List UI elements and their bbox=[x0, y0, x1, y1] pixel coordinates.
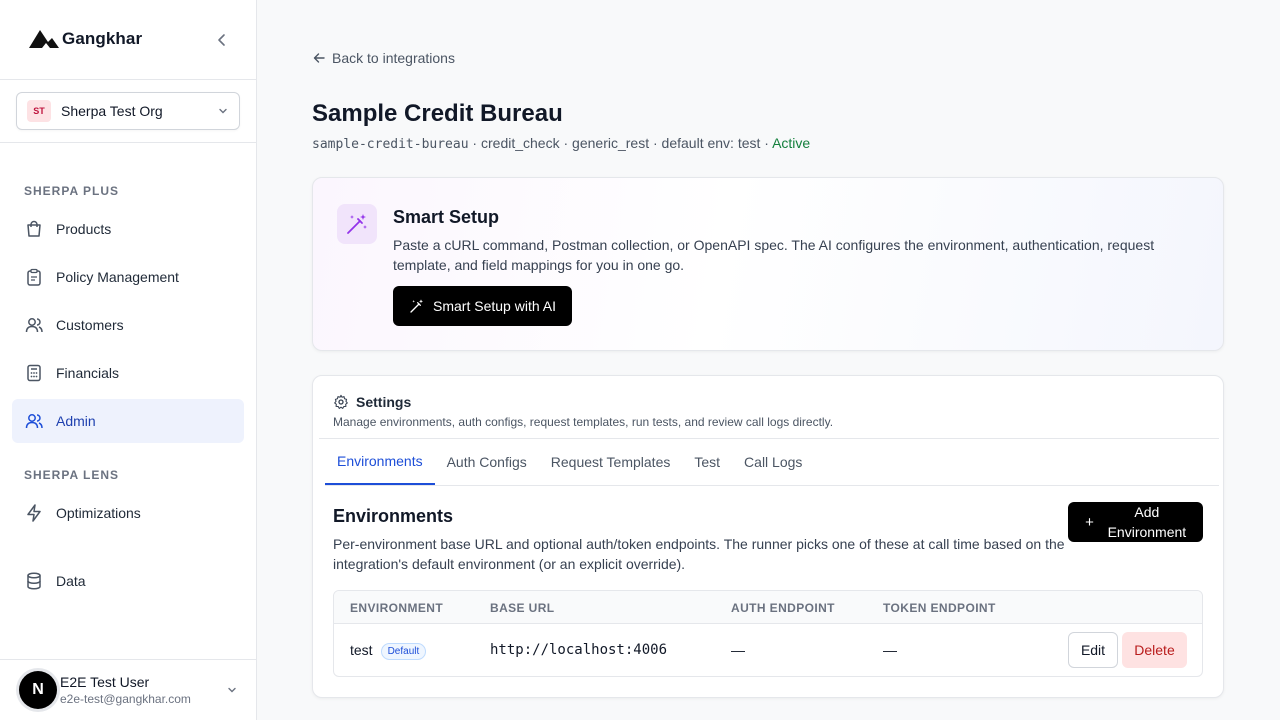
sidebar: Gangkhar ST Sherpa Test Org SHERPA PLUS … bbox=[0, 0, 257, 720]
status-badge: Active bbox=[772, 135, 811, 151]
smart-setup-button-label: Smart Setup with AI bbox=[433, 298, 556, 314]
chevron-down-icon bbox=[219, 108, 227, 114]
sidebar-item-label: Customers bbox=[56, 317, 124, 333]
tab-test[interactable]: Test bbox=[682, 439, 732, 485]
smart-setup-title: Smart Setup bbox=[393, 207, 500, 227]
smart-setup-button[interactable]: Smart Setup with AI bbox=[393, 286, 572, 326]
main-content: Back to integrations Sample Credit Burea… bbox=[257, 0, 1280, 720]
plus-icon: + bbox=[1085, 513, 1094, 531]
sidebar-item-admin[interactable]: Admin bbox=[12, 399, 244, 443]
back-link-label: Back to integrations bbox=[332, 50, 455, 66]
sidebar-item-data[interactable]: Data bbox=[12, 559, 244, 603]
table-row: test Default http://localhost:4006 — — Ed… bbox=[334, 624, 1202, 676]
chevron-down-icon[interactable] bbox=[226, 684, 238, 696]
lightning-icon bbox=[24, 503, 44, 523]
column-header: TOKEN ENDPOINT bbox=[883, 601, 996, 615]
brand-name: Gangkhar bbox=[62, 29, 143, 48]
divider bbox=[0, 142, 256, 143]
column-header: AUTH ENDPOINT bbox=[731, 601, 835, 615]
clipboard-icon bbox=[24, 267, 44, 287]
gear-icon bbox=[334, 394, 348, 409]
user-email: e2e-test@gangkhar.com bbox=[60, 692, 191, 706]
users-icon bbox=[24, 315, 44, 335]
environment-name: test bbox=[350, 642, 373, 658]
org-badge: ST bbox=[27, 100, 51, 122]
divider bbox=[0, 79, 256, 80]
token-endpoint-cell: — bbox=[883, 642, 897, 658]
calculator-icon bbox=[24, 363, 44, 383]
column-header: BASE URL bbox=[490, 601, 555, 615]
sidebar-item-label: Optimizations bbox=[56, 505, 141, 521]
table-header: ENVIRONMENT BASE URL AUTH ENDPOINT TOKEN… bbox=[334, 591, 1202, 624]
tab-call-logs[interactable]: Call Logs bbox=[732, 439, 814, 485]
sidebar-item-label: Data bbox=[56, 573, 86, 589]
sidebar-item-financials[interactable]: Financials bbox=[12, 351, 244, 395]
magic-wand-icon bbox=[337, 204, 377, 244]
sidebar-item-label: Admin bbox=[56, 413, 96, 429]
sidebar-item-products[interactable]: Products bbox=[12, 207, 244, 251]
section-label-sherpa-lens: SHERPA LENS bbox=[24, 468, 120, 482]
integration-category: credit_check bbox=[481, 135, 560, 151]
smart-setup-description: Paste a cURL command, Postman collection… bbox=[393, 237, 1155, 273]
magic-wand-icon bbox=[410, 299, 424, 313]
add-environment-button[interactable]: + Add Environment bbox=[1068, 502, 1203, 542]
default-badge: Default bbox=[380, 643, 427, 660]
sidebar-item-customers[interactable]: Customers bbox=[12, 303, 244, 347]
org-selector[interactable]: ST Sherpa Test Org bbox=[16, 92, 240, 130]
tab-auth-configs[interactable]: Auth Configs bbox=[435, 439, 539, 485]
integration-slug: sample-credit-bureau bbox=[312, 137, 469, 152]
smart-setup-card: Smart Setup Paste a cURL command, Postma… bbox=[312, 177, 1224, 351]
mountain-logo-icon bbox=[29, 30, 59, 48]
add-environment-label: Add Environment bbox=[1107, 504, 1187, 540]
sidebar-item-label: Financials bbox=[56, 365, 120, 381]
environments-title: Environments bbox=[333, 506, 454, 526]
integration-default-env: default env: test bbox=[661, 135, 761, 151]
avatar: N bbox=[19, 671, 57, 709]
user-menu[interactable]: N E2E Test User e2e-test@gangkhar.com bbox=[0, 660, 256, 720]
auth-endpoint-cell: — bbox=[731, 642, 745, 658]
back-link[interactable]: Back to integrations bbox=[312, 50, 455, 66]
shopping-bag-icon bbox=[24, 219, 44, 239]
tab-request-templates[interactable]: Request Templates bbox=[539, 439, 683, 485]
user-info: E2E Test User e2e-test@gangkhar.com bbox=[60, 674, 191, 706]
section-label-sherpa-plus: SHERPA PLUS bbox=[24, 184, 120, 198]
page-title: Sample Credit Bureau bbox=[312, 100, 563, 127]
settings-tabs: Environments Auth Configs Request Templa… bbox=[325, 439, 814, 485]
environments-table: ENVIRONMENT BASE URL AUTH ENDPOINT TOKEN… bbox=[333, 590, 1203, 677]
org-name: Sherpa Test Org bbox=[61, 103, 163, 119]
delete-button[interactable]: Delete bbox=[1122, 632, 1187, 668]
environments-description: Per-environment base URL and optional au… bbox=[333, 536, 1065, 572]
column-header: ENVIRONMENT bbox=[350, 601, 444, 615]
sidebar-item-optimizations[interactable]: Optimizations bbox=[12, 491, 244, 535]
integration-meta: sample-credit-bureau · credit_check · ge… bbox=[312, 135, 811, 152]
integration-type: generic_rest bbox=[572, 135, 650, 151]
users-icon bbox=[24, 411, 44, 431]
settings-header: Settings bbox=[333, 394, 411, 410]
settings-title: Settings bbox=[356, 394, 412, 410]
tab-environments[interactable]: Environments bbox=[325, 439, 435, 485]
environment-name-cell: test Default bbox=[350, 642, 427, 660]
divider bbox=[325, 485, 1219, 486]
settings-card: Settings Manage environments, auth confi… bbox=[312, 375, 1224, 698]
edit-button[interactable]: Edit bbox=[1068, 632, 1118, 668]
brand[interactable]: Gangkhar bbox=[28, 28, 142, 50]
user-name: E2E Test User bbox=[60, 674, 150, 690]
arrow-left-icon bbox=[313, 53, 325, 63]
sidebar-item-label: Products bbox=[56, 221, 112, 237]
base-url-cell: http://localhost:4006 bbox=[490, 642, 668, 658]
settings-description: Manage environments, auth configs, reque… bbox=[333, 415, 834, 429]
sidebar-item-label: Policy Management bbox=[56, 269, 179, 285]
database-icon bbox=[24, 571, 44, 591]
sidebar-item-policy-management[interactable]: Policy Management bbox=[12, 255, 244, 299]
chevron-left-icon[interactable] bbox=[213, 31, 231, 49]
